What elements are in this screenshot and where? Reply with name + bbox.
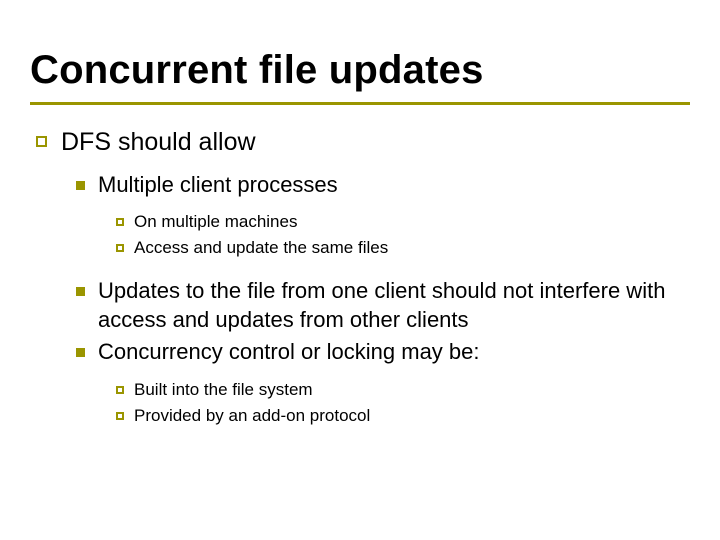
level3-text: On multiple machines: [134, 211, 297, 233]
bullet-level2: Updates to the file from one client shou…: [76, 277, 686, 334]
bullet-level2: Concurrency control or locking may be:: [76, 338, 686, 367]
slide: Concurrent file updates DFS should allow…: [0, 0, 720, 540]
solid-square-icon: [76, 181, 85, 190]
title-underline: [30, 102, 690, 105]
bullet-level3: Built into the file system: [116, 379, 686, 401]
bullet-level3: Access and update the same files: [116, 237, 686, 259]
level2-text: Concurrency control or locking may be:: [98, 338, 480, 367]
slide-body: DFS should allow Multiple client process…: [36, 126, 686, 427]
hollow-square-icon: [36, 136, 47, 147]
hollow-square-icon: [116, 412, 124, 420]
hollow-square-icon: [116, 244, 124, 252]
level2-text: Multiple client processes: [98, 171, 338, 200]
hollow-square-icon: [116, 386, 124, 394]
solid-square-icon: [76, 287, 85, 296]
slide-title: Concurrent file updates: [30, 48, 484, 93]
hollow-square-icon: [116, 218, 124, 226]
level3-text: Access and update the same files: [134, 237, 388, 259]
level3-text: Provided by an add-on protocol: [134, 405, 370, 427]
bullet-level1: DFS should allow: [36, 126, 686, 159]
level2-text: Updates to the file from one client shou…: [98, 277, 686, 334]
bullet-level2: Multiple client processes: [76, 171, 686, 200]
bullet-level3: Provided by an add-on protocol: [116, 405, 686, 427]
level1-text: DFS should allow: [61, 126, 256, 159]
bullet-level3: On multiple machines: [116, 211, 686, 233]
solid-square-icon: [76, 348, 85, 357]
level3-text: Built into the file system: [134, 379, 313, 401]
